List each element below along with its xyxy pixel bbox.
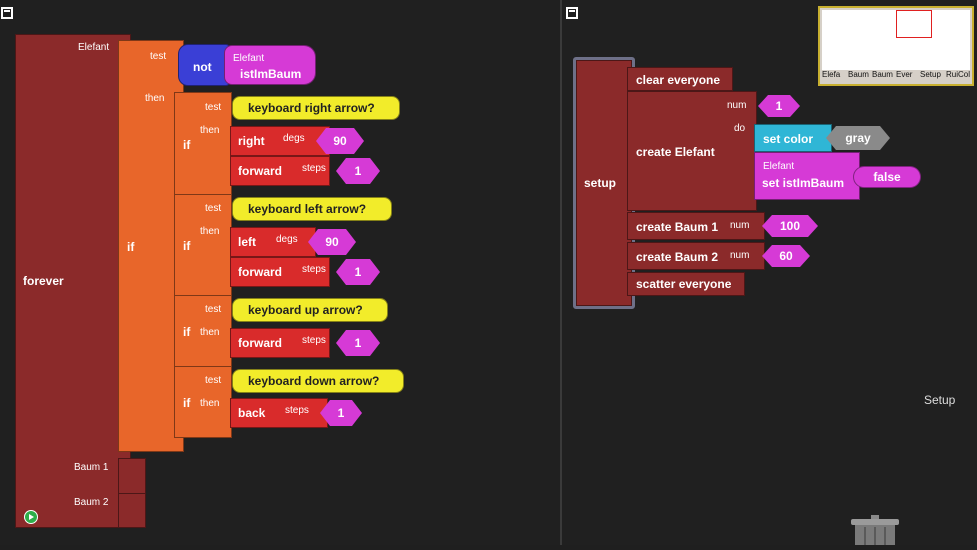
forever-breed-baum2: Baum 2 (74, 497, 109, 508)
minimap-tab[interactable]: RuiCol (946, 70, 970, 82)
trash-icon[interactable] (849, 515, 901, 545)
param-label: steps (302, 163, 326, 174)
set-istimbaum-label: set istImBaum (762, 176, 845, 190)
param-label: steps (302, 264, 326, 275)
play-icon (25, 511, 37, 523)
condition-up-arrow[interactable]: keyboard up arrow? (232, 298, 388, 322)
inner-if-then-label: then (200, 398, 220, 409)
param-label: degs (276, 234, 298, 245)
condition-right-arrow[interactable]: keyboard right arrow? (232, 96, 400, 120)
if-then-label: then (145, 93, 165, 104)
inner-if-test-label: test (205, 304, 222, 315)
create-elefant-label: create Elefant (636, 145, 715, 159)
setter-breed-label: Elefant (763, 161, 795, 172)
minimap-tabs: Elefa Baum Baum Ever Setup RuiCol (822, 70, 970, 82)
set-color-label: set color (763, 132, 814, 146)
getter-breed-label: Elefant (233, 53, 265, 64)
num-value[interactable]: 60 (762, 245, 810, 267)
minimap[interactable]: Elefa Baum Baum Ever Setup RuiCol (818, 6, 974, 86)
clear-everyone-label: clear everyone (636, 73, 721, 87)
condition-text: keyboard up arrow? (248, 303, 363, 317)
command-label: left (238, 235, 256, 249)
inner-if-label: if (183, 325, 191, 339)
minimap-viewport[interactable] (896, 10, 932, 38)
condition-text: keyboard left arrow? (248, 202, 367, 216)
getter-property-label: istImBaum (240, 67, 302, 81)
num-label: num (730, 220, 750, 231)
forever-label: forever (23, 274, 64, 288)
do-label: do (734, 123, 746, 134)
if-test-label: test (150, 51, 167, 62)
param-label: steps (302, 335, 326, 346)
num-value[interactable]: 100 (762, 215, 818, 237)
num-label: num (730, 250, 750, 261)
condition-left-arrow[interactable]: keyboard left arrow? (232, 197, 392, 221)
scatter-everyone-label: scatter everyone (636, 277, 732, 291)
inner-if-test-label: test (205, 102, 222, 113)
minimap-tab[interactable]: Baum (872, 70, 896, 82)
inner-if-label: if (183, 138, 191, 152)
forever-breed-elefant: Elefant (78, 42, 110, 53)
param-label: steps (285, 405, 309, 416)
forever-baum2-slot[interactable] (118, 493, 146, 528)
condition-down-arrow[interactable]: keyboard down arrow? (232, 369, 404, 393)
num-label: num (727, 100, 747, 111)
param-label: degs (283, 133, 305, 144)
command-label: forward (238, 336, 283, 350)
create-baum2-label: create Baum 2 (636, 250, 719, 264)
inner-if-then-label: then (200, 327, 220, 338)
minimap-tab[interactable]: Setup (920, 70, 946, 82)
inner-if-then-label: then (200, 125, 220, 136)
color-value[interactable]: gray (826, 126, 890, 150)
minimap-tab[interactable]: Ever (896, 70, 920, 82)
inner-if-test-label: test (205, 203, 222, 214)
setup-caption: Setup (924, 393, 956, 407)
left-pane-collapse-icon[interactable] (1, 7, 13, 19)
command-label: back (238, 406, 266, 420)
condition-text: keyboard right arrow? (248, 101, 375, 115)
inner-if-test-label: test (205, 375, 222, 386)
create-baum1-label: create Baum 1 (636, 220, 719, 234)
istimbaum-value[interactable]: false (853, 166, 921, 188)
forever-breed-baum1: Baum 1 (74, 462, 109, 473)
forever-baum1-slot[interactable] (118, 458, 146, 494)
minimap-tab[interactable]: Baum (848, 70, 872, 82)
command-label: forward (238, 265, 283, 279)
inner-if-label: if (183, 239, 191, 253)
setup-label: setup (584, 176, 617, 190)
right-pane-collapse-icon[interactable] (566, 7, 578, 19)
if-label: if (127, 240, 135, 254)
condition-text: keyboard down arrow? (248, 374, 380, 388)
value-hex[interactable]: 90 (308, 229, 356, 255)
run-button[interactable] (24, 510, 38, 524)
value-hex[interactable]: 90 (316, 128, 364, 154)
not-label: not (193, 60, 212, 74)
inner-if-label: if (183, 396, 191, 410)
minimap-tab[interactable]: Elefa (822, 70, 848, 82)
inner-if-then-label: then (200, 226, 220, 237)
command-label: forward (238, 164, 283, 178)
command-label: right (238, 134, 265, 148)
